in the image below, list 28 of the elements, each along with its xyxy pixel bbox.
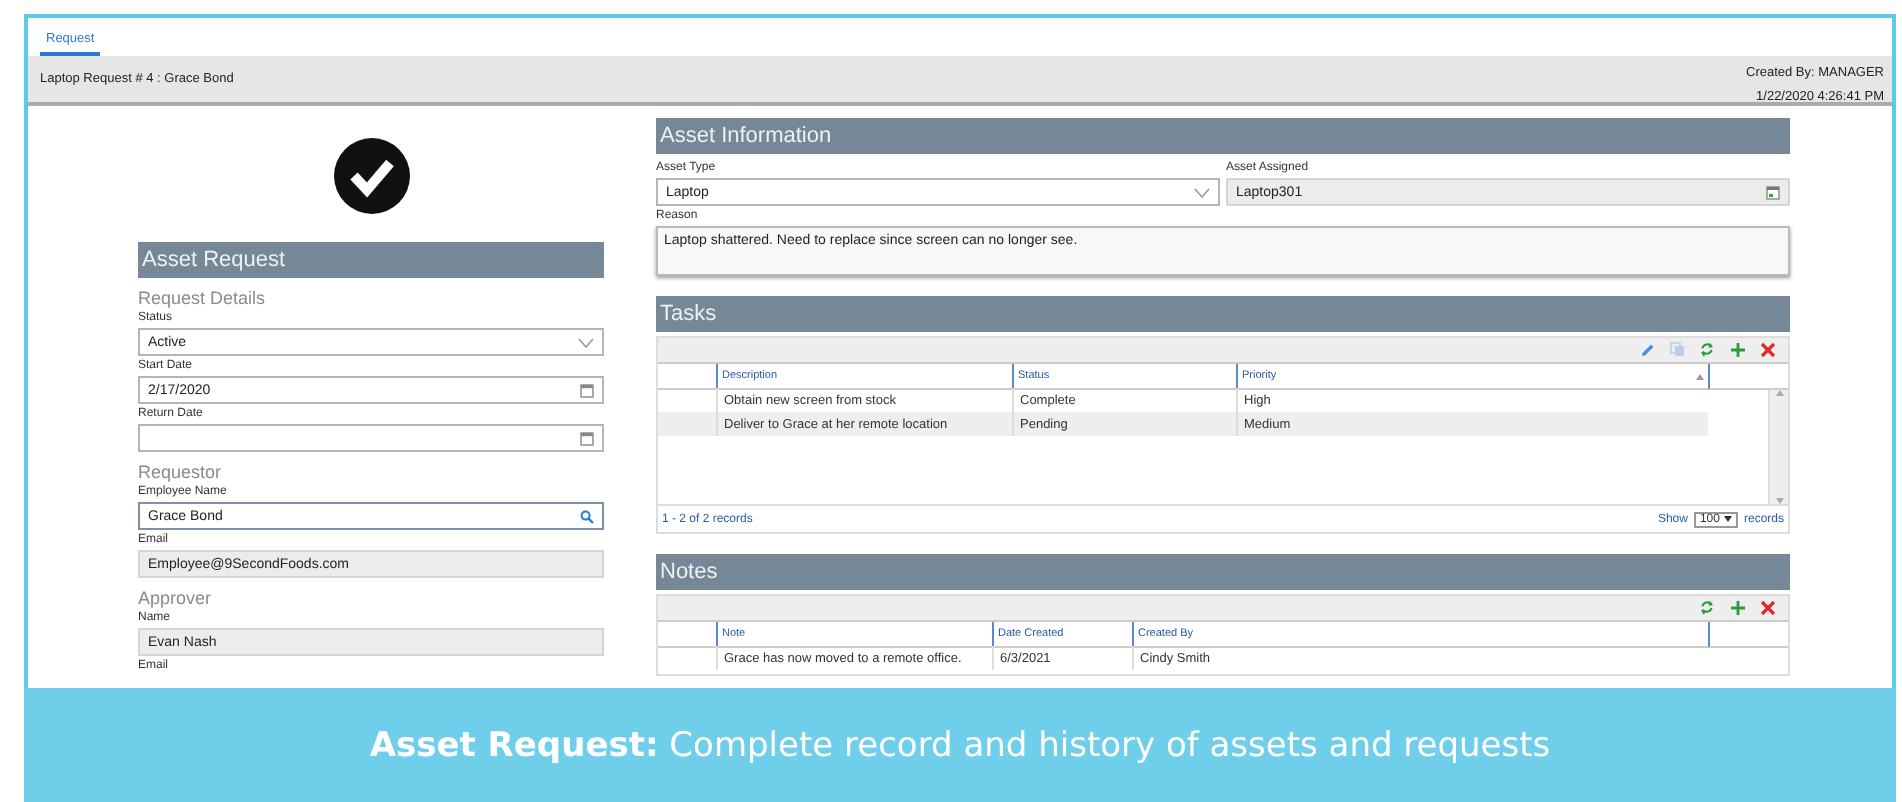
- list-icon[interactable]: [1766, 185, 1780, 199]
- refresh-icon[interactable]: [1700, 342, 1716, 358]
- search-icon[interactable]: [580, 509, 594, 523]
- scroll-down-arrow-icon[interactable]: [1775, 498, 1783, 504]
- date-field[interactable]: [138, 424, 604, 452]
- section-header: Asset Request: [138, 242, 604, 278]
- chevron-down-icon: [1194, 187, 1210, 197]
- scrollbar[interactable]: [1768, 390, 1788, 504]
- check-circle-icon: [333, 138, 409, 214]
- refresh-icon[interactable]: [1700, 600, 1716, 616]
- plus-icon[interactable]: [1730, 600, 1746, 616]
- section-header: Asset Information: [656, 118, 1790, 154]
- close-icon[interactable]: [1760, 600, 1776, 616]
- scroll-up-arrow-icon[interactable]: [1775, 390, 1783, 396]
- section-header: Notes: [656, 554, 1790, 590]
- close-icon[interactable]: [1760, 342, 1776, 358]
- sort-arrow-icon: [1696, 373, 1704, 379]
- pencil-icon[interactable]: [1640, 342, 1656, 358]
- calendar-icon: [580, 383, 594, 397]
- calendar-icon: [580, 431, 594, 445]
- plus-icon[interactable]: [1730, 342, 1746, 358]
- section-header: Tasks: [656, 296, 1790, 332]
- chevron-down-icon: [578, 337, 594, 347]
- subsection-title: Requestor: [138, 462, 224, 482]
- subsection-title: Request Details: [138, 288, 268, 308]
- subsection-title: Approver: [138, 588, 214, 608]
- caption-text: Asset Request: Complete record and history of assets and requests: [369, 725, 1551, 765]
- caret-icon: [1723, 516, 1732, 522]
